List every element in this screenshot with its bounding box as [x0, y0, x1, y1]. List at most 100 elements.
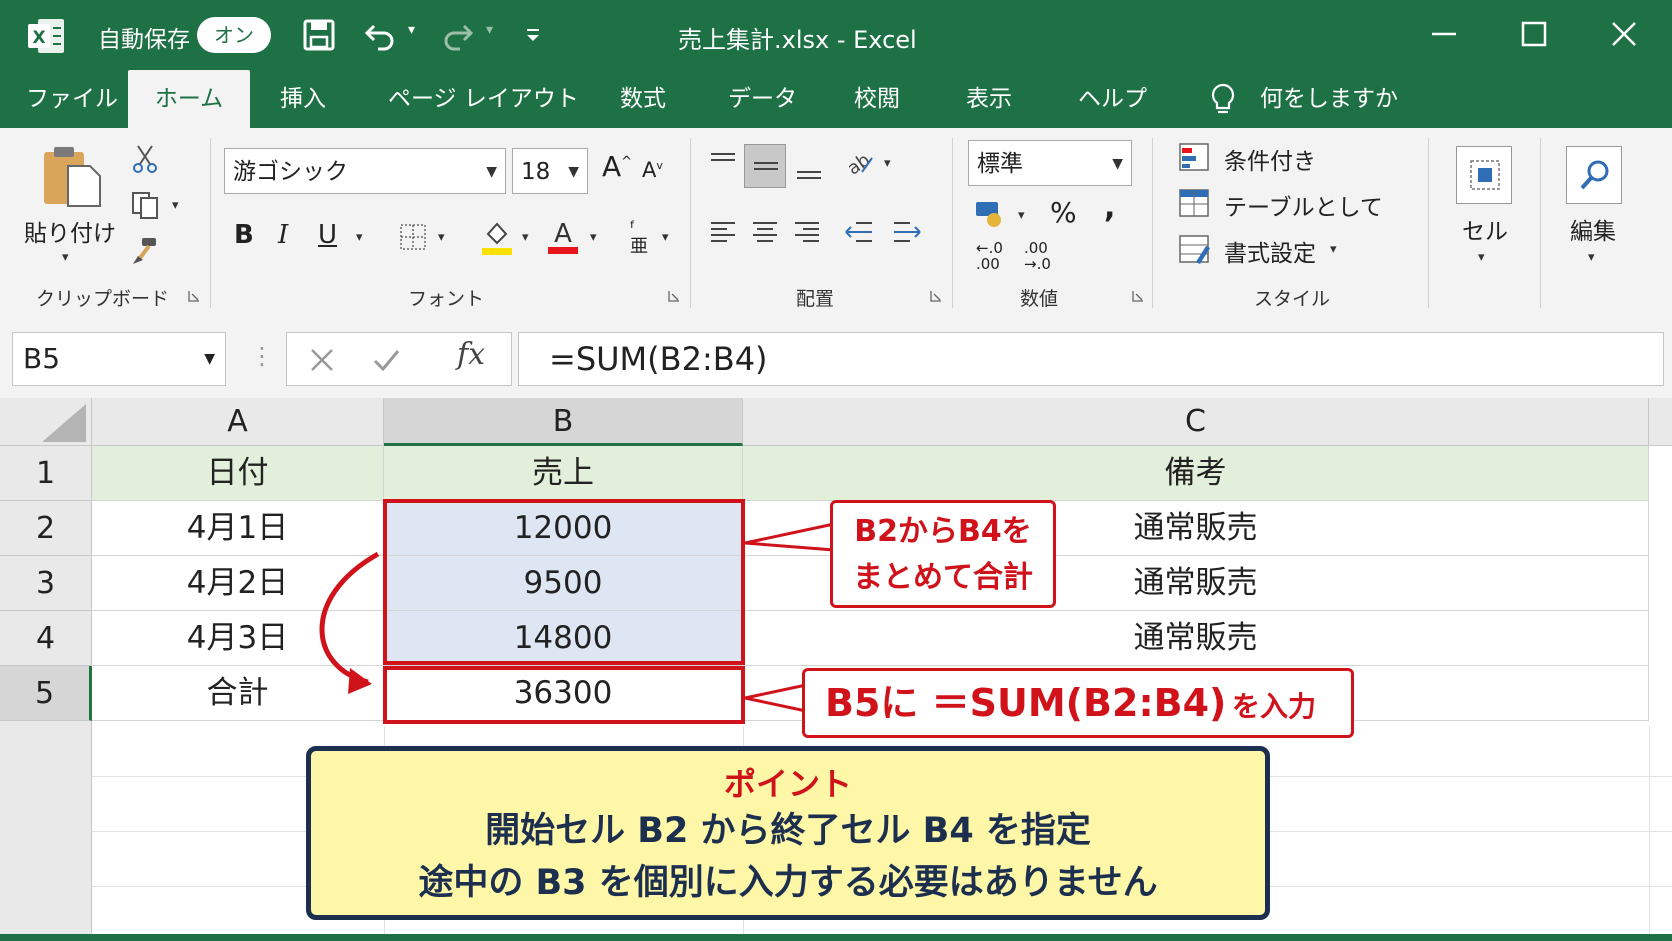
tab-data[interactable]: データ: [728, 70, 797, 128]
row-header-5[interactable]: 5: [0, 666, 92, 721]
orientation-icon[interactable]: ab: [842, 146, 874, 178]
phonetic-guide-icon[interactable]: ᶠ亜: [630, 220, 648, 256]
accounting-dropdown-icon[interactable]: ▾: [1018, 208, 1025, 223]
align-left-icon[interactable]: [708, 218, 738, 248]
conditional-formatting-icon[interactable]: [1178, 142, 1212, 174]
borders-dropdown-icon[interactable]: ▾: [438, 230, 445, 245]
cell-c1[interactable]: 備考: [743, 446, 1649, 501]
undo-icon[interactable]: [364, 18, 398, 52]
cell-a3[interactable]: 4月2日: [92, 556, 384, 611]
cut-icon[interactable]: [130, 144, 160, 174]
customize-qat-icon[interactable]: [524, 26, 542, 44]
underline-button[interactable]: U: [318, 220, 337, 250]
save-icon[interactable]: [302, 18, 336, 52]
font-color-icon[interactable]: A: [546, 216, 580, 256]
cell-a1[interactable]: 日付: [92, 446, 384, 501]
decrease-indent-icon[interactable]: [842, 218, 874, 248]
cell-c4[interactable]: 通常販売: [743, 611, 1649, 666]
tab-review[interactable]: 校閲: [854, 70, 900, 128]
number-format-box[interactable]: 標準 ▼: [968, 140, 1132, 186]
fill-color-dropdown-icon[interactable]: ▾: [522, 230, 529, 245]
close-icon[interactable]: [1604, 14, 1644, 54]
borders-icon[interactable]: [398, 222, 428, 252]
comma-style-button[interactable]: ,: [1104, 190, 1115, 225]
number-launcher-icon[interactable]: [1132, 290, 1144, 302]
formula-input[interactable]: =SUM(B2:B4): [518, 332, 1664, 386]
cell-styles-button[interactable]: 書式設定: [1224, 234, 1316, 268]
lightbulb-icon[interactable]: [1208, 82, 1238, 118]
copy-icon[interactable]: [130, 190, 160, 220]
bold-button[interactable]: B: [234, 220, 254, 250]
row-header-4[interactable]: 4: [0, 611, 92, 666]
drag-handle-icon[interactable]: ⋮: [250, 342, 274, 370]
column-header-a[interactable]: A: [92, 398, 384, 446]
tab-home[interactable]: ホーム: [128, 70, 250, 128]
editing-dropdown-icon[interactable]: ▾: [1588, 250, 1595, 265]
minimize-icon[interactable]: [1424, 14, 1464, 54]
align-middle-button[interactable]: [744, 144, 786, 188]
maximize-icon[interactable]: [1514, 14, 1554, 54]
redo-dropdown-icon[interactable]: ▾: [486, 22, 493, 38]
enter-check-icon[interactable]: [371, 345, 401, 375]
tab-page-layout[interactable]: ページ レイアウト: [388, 70, 579, 128]
align-center-icon[interactable]: [750, 218, 780, 248]
cell-a2[interactable]: 4月1日: [92, 501, 384, 556]
tell-me-search[interactable]: 何をしますか: [1260, 70, 1398, 128]
cells-button-box[interactable]: [1456, 146, 1512, 204]
copy-dropdown-icon[interactable]: ▾: [172, 198, 179, 213]
font-size-box[interactable]: 18 ▼: [512, 148, 588, 194]
fill-color-icon[interactable]: [480, 218, 514, 256]
conditional-formatting-button[interactable]: 条件付き: [1224, 142, 1316, 176]
row-header-3[interactable]: 3: [0, 556, 92, 611]
paste-dropdown-icon[interactable]: ▾: [62, 250, 69, 265]
tab-help[interactable]: ヘルプ: [1078, 70, 1147, 128]
decrease-decimal-button[interactable]: .00 →.0: [1024, 240, 1051, 272]
tab-view[interactable]: 表示: [966, 70, 1012, 128]
row-header-2[interactable]: 2: [0, 501, 92, 556]
align-top-icon[interactable]: [708, 148, 738, 178]
cells-dropdown-icon[interactable]: ▾: [1478, 250, 1485, 265]
clipboard-launcher-icon[interactable]: [188, 290, 200, 302]
format-painter-icon[interactable]: [130, 236, 160, 266]
orientation-dropdown-icon[interactable]: ▾: [884, 156, 891, 171]
font-color-dropdown-icon[interactable]: ▾: [590, 230, 597, 245]
alignment-launcher-icon[interactable]: [930, 290, 942, 302]
row-header-1[interactable]: 1: [0, 446, 92, 501]
cell-b1[interactable]: 売上: [384, 446, 743, 501]
format-as-table-icon[interactable]: [1178, 188, 1212, 220]
font-name-box[interactable]: 游ゴシック ▼: [224, 148, 506, 194]
tab-file[interactable]: ファイル: [26, 70, 118, 128]
italic-button[interactable]: I: [278, 220, 288, 250]
increase-indent-icon[interactable]: [892, 218, 924, 248]
select-all-corner[interactable]: [0, 398, 92, 446]
cells-label[interactable]: セル: [1462, 212, 1508, 246]
accounting-format-icon[interactable]: [974, 196, 1008, 230]
paste-label[interactable]: 貼り付け: [24, 214, 116, 248]
cell-a4[interactable]: 4月3日: [92, 611, 384, 666]
tab-formulas[interactable]: 数式: [620, 70, 666, 128]
undo-dropdown-icon[interactable]: ▾: [408, 22, 415, 38]
underline-dropdown-icon[interactable]: ▾: [356, 230, 363, 245]
name-box[interactable]: B5 ▼: [12, 332, 226, 386]
cancel-icon[interactable]: [307, 345, 337, 375]
tab-insert[interactable]: 挿入: [280, 70, 326, 128]
percent-style-button[interactable]: %: [1050, 196, 1077, 229]
phonetic-dropdown-icon[interactable]: ▾: [662, 230, 669, 245]
increase-decimal-button[interactable]: ←.0 .00: [976, 240, 1003, 272]
font-launcher-icon[interactable]: [668, 290, 680, 302]
redo-icon[interactable]: [440, 18, 474, 52]
align-bottom-icon[interactable]: [794, 154, 824, 184]
align-right-icon[interactable]: [792, 218, 822, 248]
format-as-table-button[interactable]: テーブルとして: [1224, 188, 1383, 222]
column-header-b[interactable]: B: [384, 398, 743, 446]
editing-button-box[interactable]: [1566, 146, 1622, 204]
increase-font-icon[interactable]: A^: [602, 150, 632, 183]
decrease-font-icon[interactable]: Av: [642, 158, 663, 182]
styles-dropdown-icon[interactable]: ▾: [1330, 242, 1337, 257]
column-header-c[interactable]: C: [743, 398, 1649, 446]
paste-icon[interactable]: [40, 144, 106, 210]
insert-function-button[interactable]: fx: [457, 337, 485, 372]
column-header-d[interactable]: [1649, 398, 1672, 446]
autosave-toggle[interactable]: オン: [197, 17, 271, 53]
cell-a5[interactable]: 合計: [92, 666, 384, 721]
